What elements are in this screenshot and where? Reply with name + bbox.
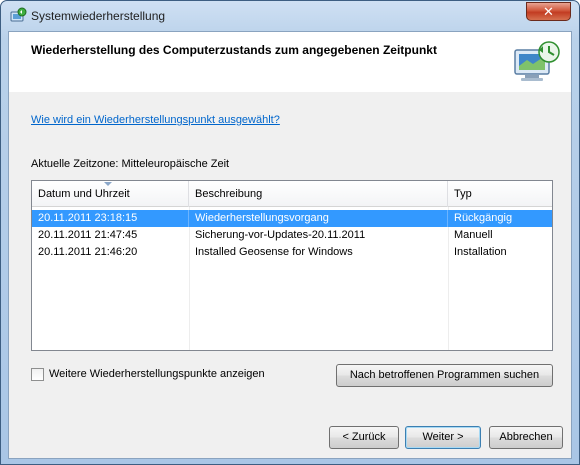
dialog-header: Wiederherstellung des Computerzustands z… — [9, 32, 571, 92]
window-title: Systemwiederherstellung — [31, 9, 166, 23]
system-restore-icon — [9, 7, 27, 25]
table-row[interactable]: 20.11.2011 23:18:15 Wiederherstellungsvo… — [32, 210, 552, 227]
cell-type: Rückgängig — [454, 212, 513, 224]
cell-date: 20.11.2011 23:18:15 — [32, 210, 189, 227]
column-header-date[interactable]: Datum und Uhrzeit — [32, 181, 189, 207]
page-title: Wiederherstellung des Computerzustands z… — [31, 43, 437, 57]
close-icon: ✕ — [543, 4, 554, 19]
show-more-label[interactable]: Weitere Wiederherstellungspunkte anzeige… — [49, 368, 265, 380]
table-row[interactable]: 20.11.2011 21:46:20 Installed Geosense f… — [32, 244, 552, 261]
back-button[interactable]: < Zurück — [329, 426, 399, 449]
cell-description: Sicherung-vor-Updates-20.11.2011 — [195, 229, 366, 241]
table-header: Datum und Uhrzeit Beschreibung Typ — [32, 181, 552, 207]
cell-description: Installed Geosense for Windows — [195, 246, 353, 258]
column-header-date-label: Datum und Uhrzeit — [38, 188, 130, 200]
help-link[interactable]: Wie wird ein Wiederherstellungspunkt aus… — [31, 114, 280, 126]
cell-description: Wiederherstellungsvorgang — [189, 210, 448, 227]
show-more-checkbox[interactable] — [31, 368, 44, 381]
next-button[interactable]: Weiter > — [405, 426, 481, 449]
scan-affected-programs-button[interactable]: Nach betroffenen Programmen suchen — [336, 364, 553, 387]
timezone-label: Aktuelle Zeitzone: Mitteleuropäische Zei… — [31, 158, 230, 170]
column-header-description[interactable]: Beschreibung — [189, 181, 448, 207]
system-restore-window: Systemwiederherstellung ✕ Wiederherstell… — [0, 0, 580, 465]
restore-points-table[interactable]: Datum und Uhrzeit Beschreibung Typ 20.11… — [31, 180, 553, 351]
column-header-description-label: Beschreibung — [195, 188, 263, 200]
sort-arrow-icon — [104, 182, 112, 186]
column-header-type[interactable]: Typ — [448, 181, 550, 207]
column-header-type-label: Typ — [454, 188, 472, 200]
cell-type: Installation — [454, 246, 507, 258]
cell-date: 20.11.2011 21:47:45 — [38, 229, 138, 241]
table-body: 20.11.2011 23:18:15 Wiederherstellungsvo… — [32, 207, 552, 350]
close-button[interactable]: ✕ — [526, 2, 571, 21]
cell-type: Manuell — [454, 229, 493, 241]
table-row[interactable]: 20.11.2011 21:47:45 Sicherung-vor-Update… — [32, 227, 552, 244]
cell-date: 20.11.2011 21:46:20 — [38, 246, 138, 258]
cancel-button[interactable]: Abbrechen — [489, 426, 563, 449]
dialog-body: Wiederherstellung des Computerzustands z… — [8, 31, 572, 459]
title-bar[interactable]: Systemwiederherstellung ✕ — [1, 1, 579, 31]
system-restore-large-icon — [511, 38, 563, 86]
